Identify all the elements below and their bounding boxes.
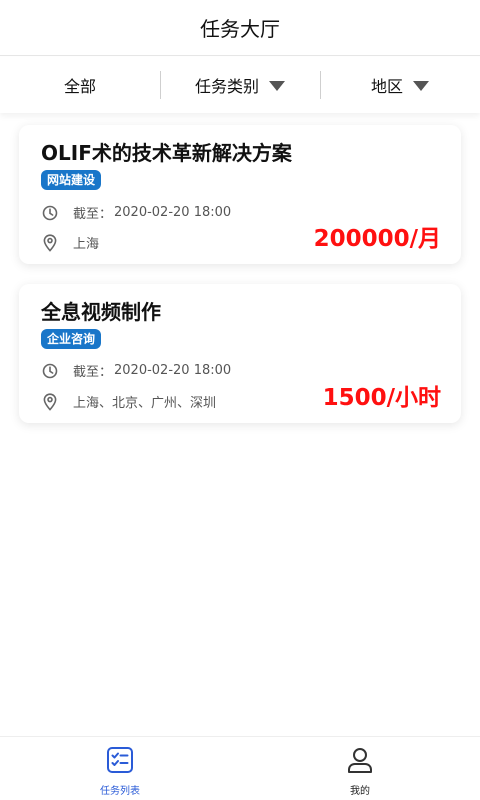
deadline-prefix: 截至： <box>73 207 113 222</box>
task-title: OLIF术的技术革新解决方案 <box>41 141 292 165</box>
filter-all-label: 全部 <box>63 77 96 96</box>
app-root: 任务大厅 全部 任务类别 地区 OLIF术的技术革新解决方案 网站建设 截至： … <box>0 0 480 800</box>
task-card[interactable]: 全息视频制作 企业咨询 截至： 2020-02-20 18:00 上海、北京、广… <box>19 284 461 423</box>
header-bar: 任务大厅 <box>0 0 480 56</box>
deadline-text: 2020-02-20 18:00 <box>114 205 232 220</box>
nav-task-list[interactable]: 任务列表 <box>0 737 240 800</box>
nav-task-list-label: 任务列表 <box>100 786 140 797</box>
user-icon <box>346 746 374 778</box>
task-category-badge: 企业咨询 <box>41 329 102 349</box>
location-pin-icon <box>41 233 59 252</box>
location-row: 上海 <box>41 233 99 252</box>
filter-all[interactable]: 全部 <box>0 71 160 99</box>
caret-down-icon <box>413 81 429 91</box>
bottom-nav: 任务列表 我的 <box>0 736 480 800</box>
nav-mine[interactable]: 我的 <box>240 737 480 800</box>
deadline-text: 2020-02-20 18:00 <box>114 363 232 378</box>
clock-icon <box>41 362 59 380</box>
nav-mine-label: 我的 <box>350 786 370 797</box>
task-title: 全息视频制作 <box>41 300 161 324</box>
page-title: 任务大厅 <box>200 17 280 41</box>
location-row: 上海、北京、广州、深圳 <box>41 392 216 411</box>
task-price: 1500/小时 <box>322 385 441 411</box>
deadline-row: 截至： 2020-02-20 18:00 <box>41 203 231 222</box>
location-text: 上海、北京、广州、深圳 <box>73 396 217 411</box>
task-price: 200000/月 <box>313 226 441 252</box>
filter-category[interactable]: 任务类别 <box>160 71 320 99</box>
filter-region-label: 地区 <box>370 77 403 96</box>
task-list-icon <box>106 746 134 778</box>
filter-bar: 全部 任务类别 地区 <box>0 57 480 113</box>
filter-region[interactable]: 地区 <box>320 71 480 99</box>
deadline-prefix: 截至： <box>73 365 113 380</box>
task-category-badge: 网站建设 <box>41 170 102 190</box>
caret-down-icon <box>269 81 285 91</box>
location-pin-icon <box>41 392 59 411</box>
filter-category-label: 任务类别 <box>194 77 259 96</box>
clock-icon <box>41 204 59 222</box>
task-card[interactable]: OLIF术的技术革新解决方案 网站建设 截至： 2020-02-20 18:00… <box>19 125 461 264</box>
deadline-row: 截至： 2020-02-20 18:00 <box>41 361 231 380</box>
location-text: 上海 <box>73 237 100 252</box>
